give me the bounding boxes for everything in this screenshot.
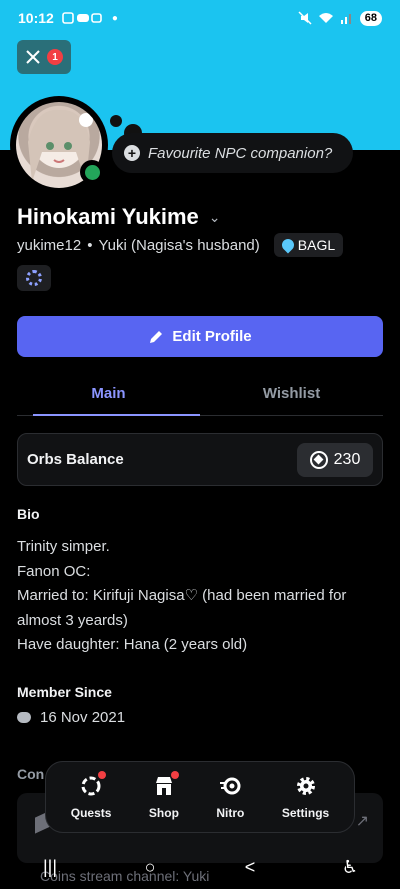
- profile-tabs: Main Wishlist: [17, 372, 383, 416]
- nitro-icon: [218, 774, 242, 798]
- custom-status-text: Favourite NPC companion?: [148, 144, 333, 162]
- dock-nitro-button[interactable]: Nitro: [216, 774, 244, 820]
- edit-profile-label: Edit Profile: [172, 328, 252, 345]
- mute-icon: [298, 11, 312, 25]
- pencil-icon: [150, 330, 163, 343]
- system-navigation-bar: ||| ○ < ♿: [0, 845, 400, 889]
- discord-icon: [17, 712, 31, 723]
- guild-tag-icon: [279, 236, 297, 254]
- dock-shop-label: Shop: [148, 806, 179, 820]
- external-link-icon[interactable]: ↗: [356, 811, 369, 831]
- close-profile-button[interactable]: 1: [17, 40, 71, 74]
- chevron-down-icon: ⌄: [208, 208, 221, 225]
- custom-status-bubble[interactable]: + Favourite NPC companion?: [112, 133, 353, 173]
- shop-notification-dot: [170, 771, 179, 779]
- dock-nitro-label: Nitro: [216, 806, 245, 820]
- connections-title: Con: [17, 766, 45, 782]
- online-status-indicator: [80, 160, 104, 184]
- orbs-balance-value: 230: [333, 450, 361, 468]
- dock-settings-button[interactable]: Settings: [282, 774, 329, 820]
- orbs-balance-label: Orbs Balance: [27, 451, 124, 468]
- bio-line: Have daughter: Hana (2 years old): [17, 636, 248, 653]
- signal-icon: [340, 14, 351, 24]
- accessibility-button[interactable]: ♿: [335, 852, 365, 882]
- separator: •: [87, 236, 93, 254]
- home-button[interactable]: ○: [135, 852, 165, 882]
- username-row: yukime12 • Yuki (Nagisa's husband) BAGL: [17, 233, 344, 257]
- bio-line: Fanon OC:: [17, 562, 91, 580]
- app-notification-icon: [62, 12, 102, 24]
- close-icon: [26, 50, 40, 64]
- bio-line: Married to: Kirifuji Nagisa♡ (had been m…: [17, 587, 347, 629]
- battery-indicator: 68: [359, 10, 382, 26]
- notification-badge: 1: [47, 49, 63, 65]
- username: yukime12: [17, 236, 82, 254]
- display-name: Hinokami Yukime: [17, 204, 199, 229]
- add-status-icon: +: [124, 145, 140, 161]
- back-button[interactable]: <: [235, 852, 265, 882]
- dock-shop-button[interactable]: Shop: [148, 771, 179, 820]
- guild-tag[interactable]: BAGL: [273, 233, 344, 257]
- status-bubble-tail-small: [110, 115, 122, 127]
- bottom-dock: Quests Shop Nitro Settings: [45, 761, 355, 833]
- dock-quests-label: Quests: [70, 806, 112, 820]
- member-since-title: Member Since: [17, 684, 112, 700]
- recents-button[interactable]: |||: [35, 852, 65, 882]
- bio-title: Bio: [17, 506, 40, 522]
- bio-line: Trinity simper.: [17, 538, 110, 555]
- status-time: 10:12: [18, 10, 54, 26]
- orb-icon: [309, 450, 328, 469]
- pronouns: Yuki (Nagisa's husband): [98, 236, 260, 254]
- badge-icon: [26, 270, 42, 286]
- dock-settings-label: Settings: [281, 806, 330, 820]
- dock-quests-button[interactable]: Quests: [70, 771, 112, 820]
- display-name-row[interactable]: Hinokami Yukime ⌄: [17, 204, 221, 230]
- quests-icon: [79, 771, 107, 798]
- orbs-balance-card[interactable]: Orbs Balance 230: [17, 433, 383, 486]
- profile-badge[interactable]: [17, 265, 51, 291]
- bio-text: Trinity simper. Fanon OC: Married to: Ki…: [17, 535, 383, 658]
- orbs-balance-pill[interactable]: 230: [297, 442, 373, 477]
- guild-tag-label: BAGL: [297, 237, 336, 253]
- shop-icon: [152, 771, 179, 798]
- status-bar: 10:12 ● 68: [0, 0, 400, 36]
- tab-wishlist[interactable]: Wishlist: [200, 372, 383, 415]
- member-since-date: 16 Nov 2021: [40, 709, 126, 726]
- wifi-icon: [318, 13, 333, 23]
- quests-notification-dot: [98, 771, 107, 779]
- member-since-row: 16 Nov 2021: [17, 709, 125, 726]
- gear-icon: [294, 774, 318, 798]
- edit-profile-button[interactable]: Edit Profile: [17, 316, 383, 357]
- tab-main[interactable]: Main: [17, 372, 200, 416]
- dot-icon: ●: [111, 12, 118, 24]
